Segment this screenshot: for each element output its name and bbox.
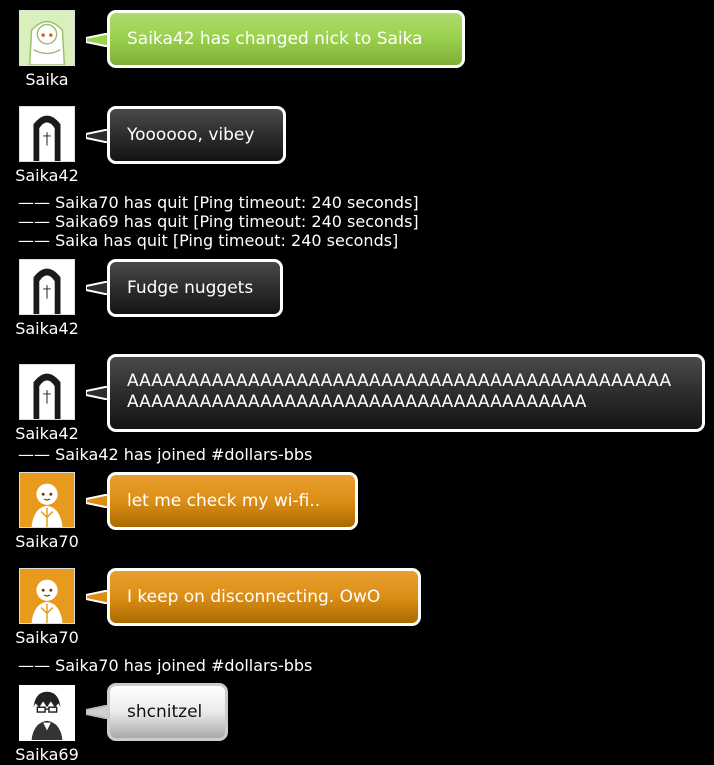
system-message: —— Saika70 has quit [Ping timeout: 240 s… [18, 193, 419, 212]
user-avatar-block[interactable]: Saika42 [12, 364, 82, 444]
user-nick: Saika70 [15, 532, 79, 551]
user-avatar-block[interactable]: Saika42 [12, 259, 82, 339]
message-text: I keep on disconnecting. OwO [127, 587, 381, 607]
user-nick: Saika42 [15, 424, 79, 443]
user-nick: Saika42 [15, 166, 79, 185]
user-avatar-block[interactable]: Saika42 [12, 106, 82, 186]
user-avatar-block[interactable]: Saika70 [12, 568, 82, 648]
user-avatar-block[interactable]: Saika [12, 10, 82, 90]
user-nick: Saika [25, 70, 69, 89]
orange-avatar-icon[interactable] [19, 472, 75, 528]
message-bubble: Yoooooo, vibey [107, 106, 286, 164]
user-nick: Saika42 [15, 319, 79, 338]
message-bubble: AAAAAAAAAAAAAAAAAAAAAAAAAAAAAAAAAAAAAAAA… [107, 354, 705, 432]
message-bubble: shcnitzel [107, 683, 228, 741]
system-message: —— Saika69 has quit [Ping timeout: 240 s… [18, 212, 419, 231]
message-text: AAAAAAAAAAAAAAAAAAAAAAAAAAAAAAAAAAAAAAAA… [127, 371, 672, 412]
message-text: Saika42 has changed nick to Saika [127, 29, 423, 49]
saika-black-avatar-icon[interactable] [19, 259, 75, 315]
message-text: shcnitzel [127, 702, 203, 722]
user-nick: Saika70 [15, 628, 79, 647]
message-bubble: I keep on disconnecting. OwO [107, 568, 421, 626]
saika-black-avatar-icon[interactable] [19, 364, 75, 420]
user-avatar-block[interactable]: Saika70 [12, 472, 82, 552]
saika-black-avatar-icon[interactable] [19, 106, 75, 162]
glasses-avatar-icon[interactable] [19, 685, 75, 741]
user-avatar-block[interactable]: Saika69 [12, 685, 82, 765]
orange-avatar-icon[interactable] [19, 568, 75, 624]
system-message: —— Saika has quit [Ping timeout: 240 sec… [18, 231, 399, 250]
message-bubble: Saika42 has changed nick to Saika [107, 10, 465, 68]
message-bubble: Fudge nuggets [107, 259, 283, 317]
message-text: Fudge nuggets [127, 278, 254, 298]
message-text: Yoooooo, vibey [127, 125, 255, 145]
message-text: let me check my wi-fi.. [127, 491, 321, 511]
system-message: —— Saika42 has joined #dollars-bbs [18, 445, 313, 464]
user-nick: Saika69 [15, 745, 79, 764]
message-bubble: let me check my wi-fi.. [107, 472, 358, 530]
saika-green-avatar-icon[interactable] [19, 10, 75, 66]
system-message: —— Saika70 has joined #dollars-bbs [18, 656, 313, 675]
